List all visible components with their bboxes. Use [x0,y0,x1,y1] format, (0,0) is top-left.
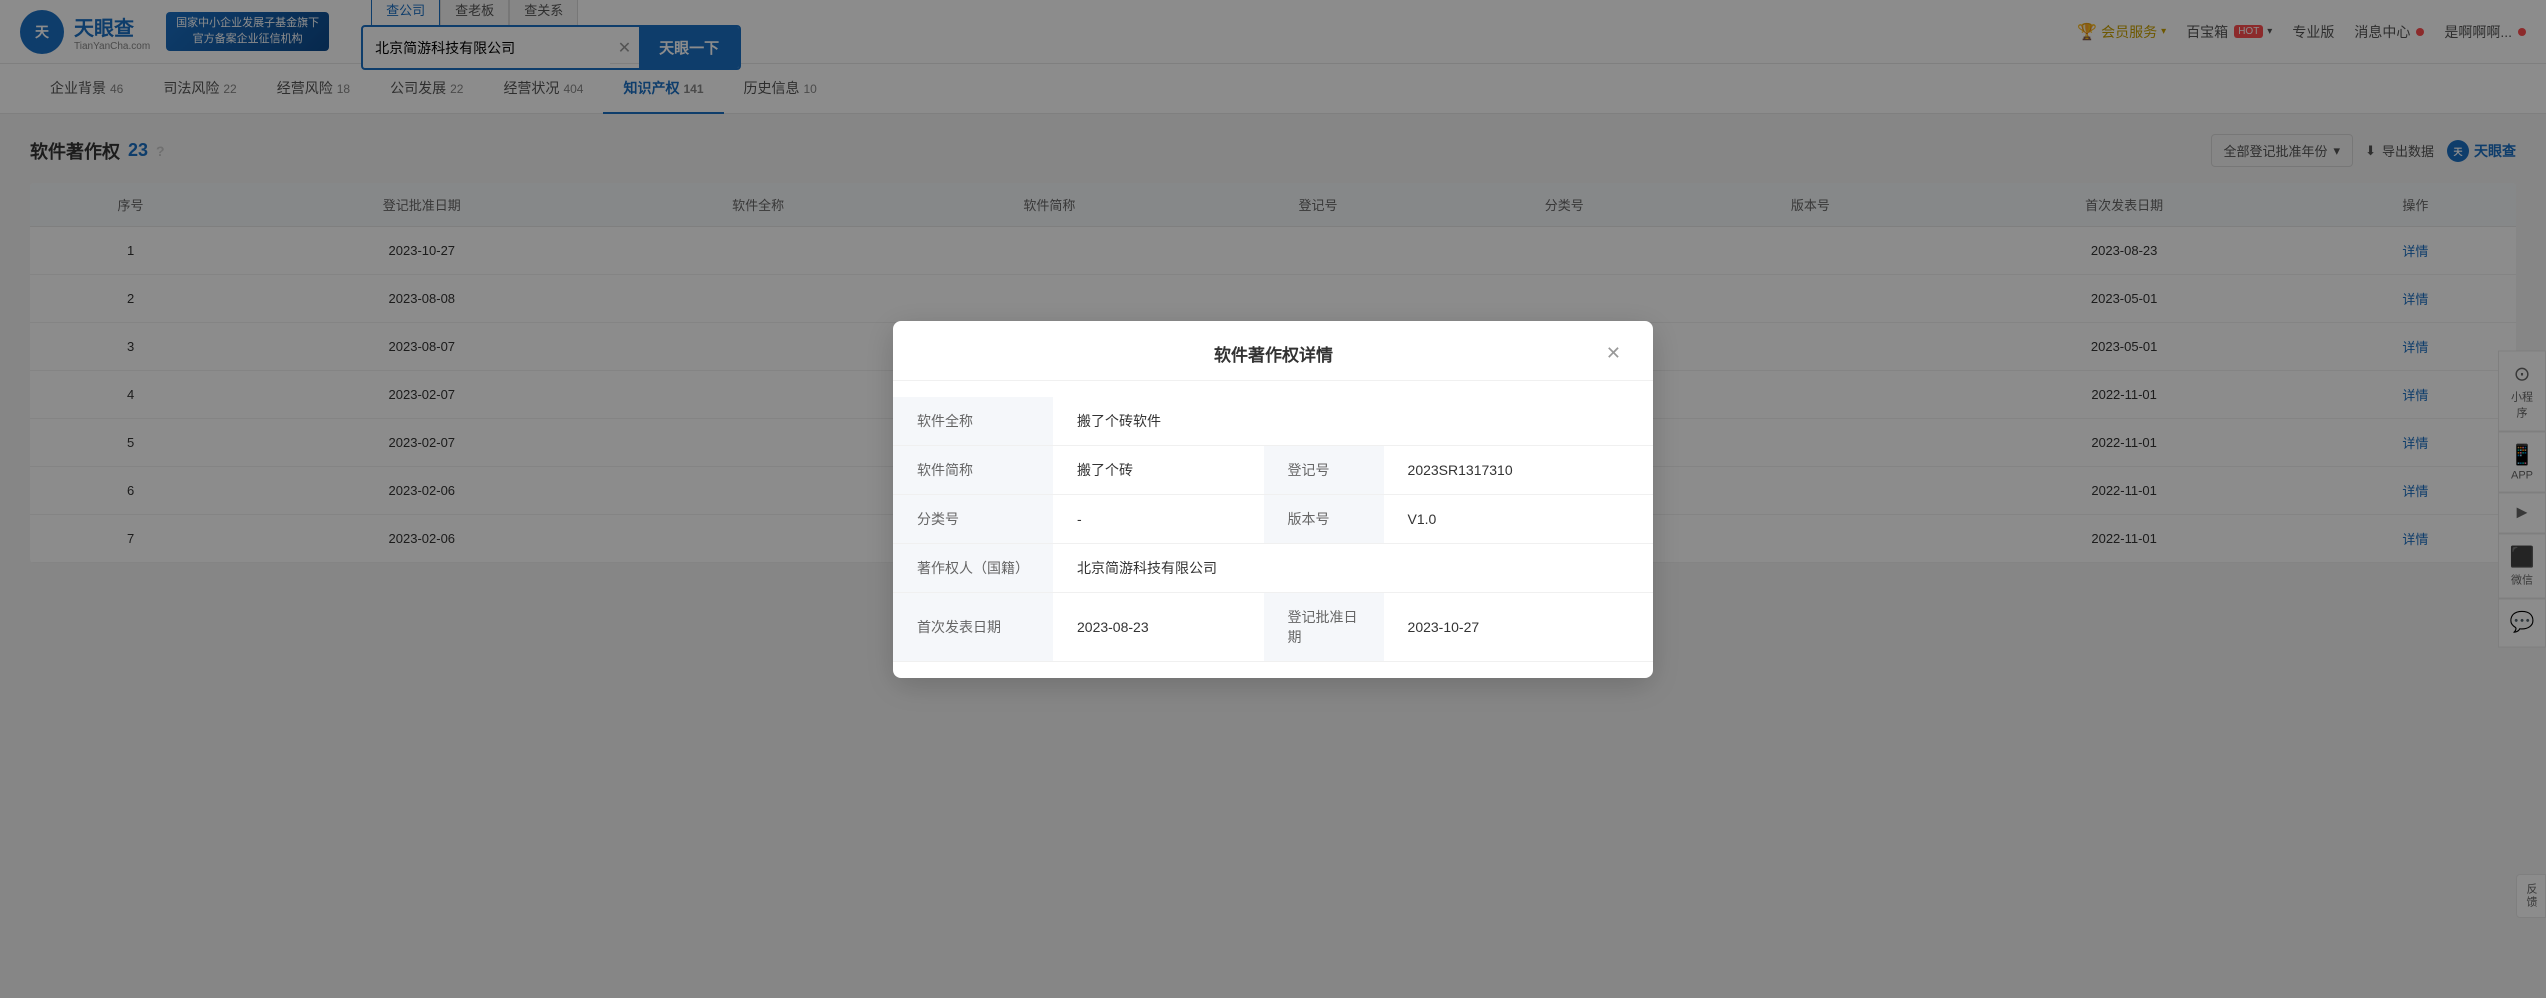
label-fullname: 软件全称 [893,397,1053,446]
value-catno: - [1053,494,1264,543]
detail-row-fullname: 软件全称 搬了个砖软件 [893,397,1653,446]
label-regno: 登记号 [1264,445,1384,494]
label-reg-date: 登记批准日期 [1264,592,1384,661]
label-version: 版本号 [1264,494,1384,543]
modal-title: 软件著作权详情 [949,341,1598,366]
value-first-date: 2023-08-23 [1053,592,1264,661]
modal-overlay[interactable]: 软件著作权详情 ✕ 软件全称 搬了个砖软件 软件简称 搬了个砖 登记号 2023… [0,0,2546,998]
value-regno: 2023SR1317310 [1384,445,1653,494]
label-first-date: 首次发表日期 [893,592,1053,661]
value-fullname: 搬了个砖软件 [1053,397,1653,446]
detail-row-catno: 分类号 - 版本号 V1.0 [893,494,1653,543]
modal-close-button[interactable]: ✕ [1598,339,1629,368]
label-author: 著作权人（国籍） [893,543,1053,592]
label-shortname: 软件简称 [893,445,1053,494]
value-shortname: 搬了个砖 [1053,445,1264,494]
detail-row-dates: 首次发表日期 2023-08-23 登记批准日期 2023-10-27 [893,592,1653,661]
modal-header: 软件著作权详情 ✕ [893,321,1653,381]
modal-body: 软件全称 搬了个砖软件 软件简称 搬了个砖 登记号 2023SR1317310 … [893,381,1653,678]
value-version: V1.0 [1384,494,1653,543]
value-reg-date: 2023-10-27 [1384,592,1653,661]
label-catno: 分类号 [893,494,1053,543]
detail-info-table: 软件全称 搬了个砖软件 软件简称 搬了个砖 登记号 2023SR1317310 … [893,397,1653,662]
detail-row-shortname: 软件简称 搬了个砖 登记号 2023SR1317310 [893,445,1653,494]
detail-row-author: 著作权人（国籍） 北京简游科技有限公司 [893,543,1653,592]
detail-modal: 软件著作权详情 ✕ 软件全称 搬了个砖软件 软件简称 搬了个砖 登记号 2023… [893,321,1653,678]
value-author: 北京简游科技有限公司 [1053,543,1653,592]
